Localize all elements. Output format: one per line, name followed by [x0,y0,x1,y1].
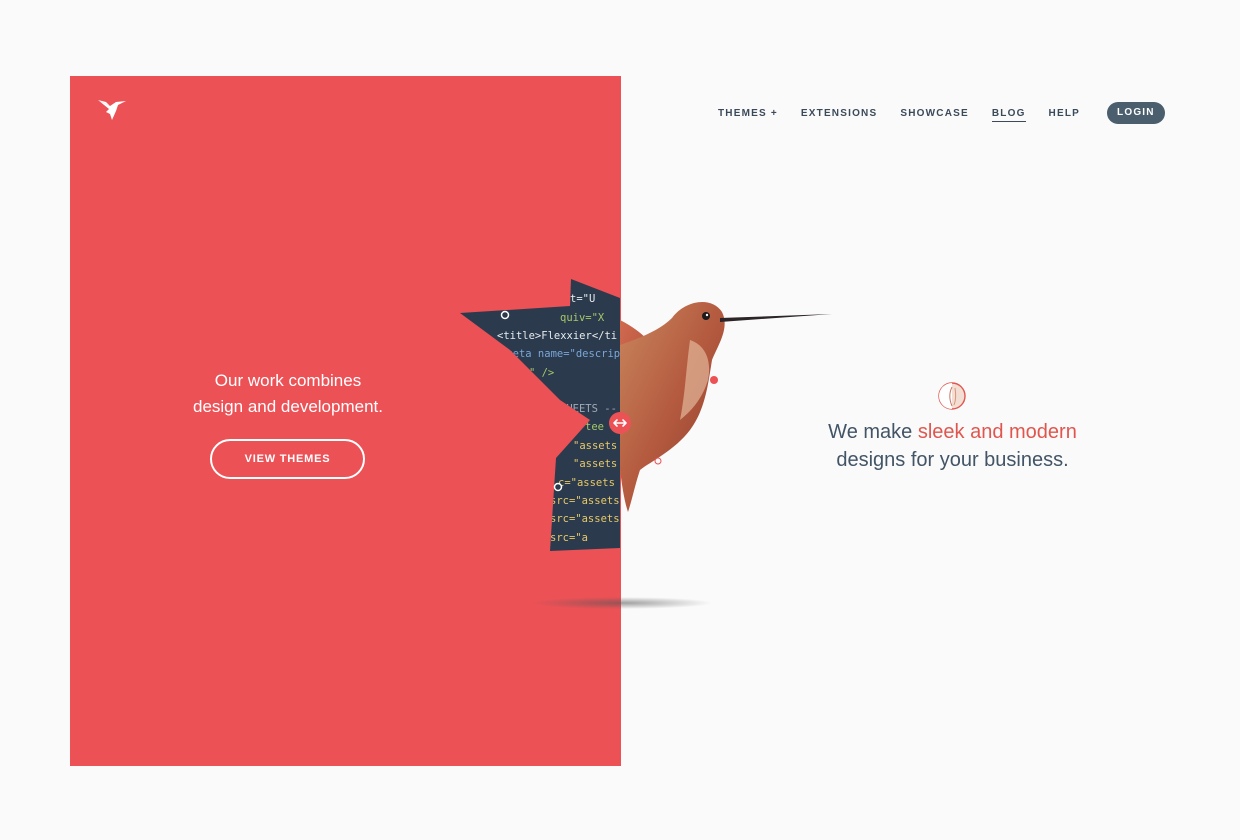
nav-item-extensions[interactable]: EXTENSIONS [801,104,877,123]
nav-item-help[interactable]: HELP [1049,104,1080,123]
view-themes-button[interactable]: VIEW THEMES [210,439,365,479]
hero-right-line-1: We make sleek and modern [800,418,1105,446]
main-nav: THEMES + EXTENSIONS SHOWCASE BLOG HELP L… [718,102,1165,124]
landing-page: Our work combines design and development… [0,0,1240,840]
hero-right-text: We make sleek and modern designs for you… [800,418,1105,474]
feather-circle-icon [938,382,966,410]
hero-left-text: Our work combines design and development… [158,368,418,420]
hero-left-line-2: design and development. [193,397,383,416]
login-button[interactable]: LOGIN [1107,102,1165,124]
hummingbird-illustration: t="U quiv="X <title>Flexxier</ti <meta n… [460,279,832,609]
hummingbird-logo-icon[interactable] [96,96,132,126]
nav-item-showcase[interactable]: SHOWCASE [900,104,969,123]
bird-shadow [532,597,712,609]
code-line-3: <title>Flexxier</ti [497,330,617,342]
code-line-6: SHEETS -- [560,403,617,415]
bird-eye-highlight [705,313,709,317]
hero-right-accent: sleek and modern [917,421,1077,443]
code-line-12: src="assets [550,513,620,525]
code-line-10: c="assets [558,477,615,489]
hotspot-dot[interactable] [500,310,510,320]
code-line-13: src="a [550,532,588,544]
code-line-4: <meta name="descrip [500,348,620,360]
nav-item-themes[interactable]: THEMES + [718,104,778,123]
hero-left-line-1: Our work combines [214,371,362,390]
hero-right-prefix: We make [828,421,918,443]
code-line-8: "assets [573,440,617,452]
code-line-5: ts." /> [510,367,554,379]
code-line-2: quiv="X [560,312,605,324]
code-line-7: tee [585,421,604,433]
code-line-1: t="U [570,293,595,305]
hotspot-dot[interactable] [553,482,563,492]
hotspot-dot[interactable] [710,376,718,384]
bird-eye [702,312,710,320]
bird-beak [720,314,832,322]
hero-right-line-2: designs for your business. [836,449,1069,471]
code-line-11: src="assets [550,495,620,507]
hotspot-ring[interactable] [654,457,662,465]
code-line-9: "assets [573,458,617,470]
nav-item-blog[interactable]: BLOG [991,104,1026,122]
